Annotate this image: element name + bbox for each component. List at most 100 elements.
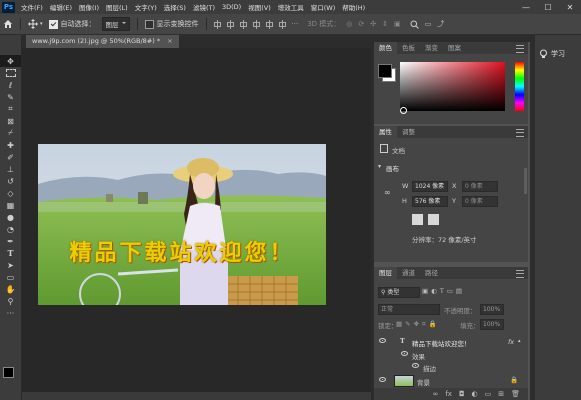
layer-row[interactable]: T 精品下载站欢迎您！ fx ▴ bbox=[374, 335, 528, 348]
align-top-icon[interactable] bbox=[252, 19, 261, 29]
menu-help[interactable]: 帮助(H) bbox=[342, 2, 365, 12]
move-tool-preset[interactable]: ▾ bbox=[28, 19, 43, 29]
tab-color[interactable]: 颜色 bbox=[374, 42, 397, 54]
3d-scale-icon[interactable]: ▣ bbox=[394, 20, 401, 28]
eye-icon[interactable] bbox=[412, 363, 419, 368]
eye-icon[interactable] bbox=[379, 338, 386, 343]
width-field[interactable]: 1024 像素 bbox=[412, 181, 448, 192]
layer-filter-icons[interactable]: ▣◐T▭▤ bbox=[422, 287, 465, 295]
tab-paths[interactable]: 路径 bbox=[420, 267, 443, 279]
align-left-icon[interactable] bbox=[213, 19, 222, 29]
new-group-icon[interactable]: ▭ bbox=[485, 390, 492, 398]
3d-orbit-icon[interactable]: ◎ bbox=[346, 20, 352, 28]
move-tool[interactable]: ✥ bbox=[0, 55, 21, 67]
layer-filter-dropdown[interactable]: ⚲ 类型 bbox=[378, 287, 420, 298]
show-transform-check[interactable] bbox=[144, 19, 154, 29]
chevron-down-icon[interactable]: ▴ bbox=[518, 338, 521, 344]
tab-swatches[interactable]: 色板 bbox=[397, 42, 420, 54]
layer-row[interactable]: 背景 🔒 bbox=[374, 373, 528, 387]
tab-channels[interactable]: 通道 bbox=[397, 267, 420, 279]
menu-layer[interactable]: 图层(L) bbox=[106, 2, 128, 12]
canvas-image[interactable]: 精品下载站欢迎您！ bbox=[38, 144, 326, 305]
foreground-color-swatch[interactable] bbox=[3, 367, 14, 378]
menu-type[interactable]: 文字(Y) bbox=[135, 2, 157, 12]
hand-tool[interactable]: ✋ bbox=[0, 283, 21, 295]
link-layers-icon[interactable]: ∞ bbox=[433, 390, 439, 398]
more-options-button[interactable]: ··· bbox=[292, 20, 299, 28]
close-button[interactable]: ✕ bbox=[559, 0, 581, 14]
3d-slide-icon[interactable]: ⇕ bbox=[382, 20, 388, 28]
pen-tool[interactable]: ✒ bbox=[0, 235, 21, 247]
delete-layer-icon[interactable]: 🗑 bbox=[511, 390, 520, 398]
crop-tool[interactable]: ⌗ bbox=[0, 103, 21, 115]
fx-icon[interactable]: fx bbox=[508, 338, 514, 346]
tab-properties[interactable]: 属性 bbox=[374, 126, 397, 138]
panel-menu-icon[interactable] bbox=[516, 45, 524, 53]
blend-mode-dropdown[interactable]: 正常 bbox=[378, 304, 440, 315]
learn-button[interactable]: 学习 bbox=[539, 49, 565, 59]
hue-slider[interactable] bbox=[515, 62, 524, 111]
marquee-tool[interactable] bbox=[0, 67, 21, 79]
eye-icon[interactable] bbox=[401, 351, 408, 356]
history-brush-tool[interactable]: ↺ bbox=[0, 175, 21, 187]
search-icon[interactable] bbox=[410, 20, 419, 29]
chevron-down-icon[interactable]: ▾ bbox=[378, 163, 381, 170]
landscape-orientation-icon[interactable] bbox=[428, 214, 439, 225]
auto-select-check[interactable] bbox=[48, 19, 58, 29]
rectangle-tool[interactable]: ▭ bbox=[0, 271, 21, 283]
panel-menu-icon[interactable] bbox=[516, 129, 524, 137]
add-mask-icon[interactable]: ◘ bbox=[459, 390, 465, 398]
opacity-field[interactable]: 100% bbox=[480, 304, 504, 315]
align-bottom-icon[interactable] bbox=[278, 19, 287, 29]
eraser-tool[interactable]: ◇ bbox=[0, 187, 21, 199]
menu-3d[interactable]: 3D(D) bbox=[222, 3, 241, 11]
blur-tool[interactable]: ● bbox=[0, 211, 21, 223]
scrollbar[interactable] bbox=[524, 168, 527, 194]
menu-file[interactable]: 文件(F) bbox=[21, 2, 43, 12]
3d-roll-icon[interactable]: ⟳ bbox=[358, 20, 364, 28]
menu-select[interactable]: 选择(S) bbox=[164, 2, 186, 12]
align-center-icon[interactable] bbox=[226, 19, 235, 29]
panel-menu-icon[interactable] bbox=[516, 270, 524, 278]
height-field[interactable]: 576 像素 bbox=[412, 196, 448, 207]
dodge-tool[interactable]: ◔ bbox=[0, 223, 21, 235]
frame-tool[interactable]: ⊠ bbox=[0, 115, 21, 127]
workspace-icon[interactable]: ▭ bbox=[425, 20, 432, 28]
tab-layers[interactable]: 图层 bbox=[374, 267, 397, 279]
lock-icons[interactable]: ▦✎✥⌗🔒 bbox=[396, 320, 440, 329]
fill-field[interactable]: 100% bbox=[480, 319, 504, 330]
quick-select-tool[interactable]: ✎ bbox=[0, 91, 21, 103]
tab-close-icon[interactable]: × bbox=[167, 37, 172, 45]
menu-filter[interactable]: 滤镜(T) bbox=[193, 2, 215, 12]
3d-pan-icon[interactable]: ✣ bbox=[370, 20, 376, 28]
tab-gradients[interactable]: 渐变 bbox=[420, 42, 443, 54]
color-field[interactable] bbox=[400, 62, 505, 111]
auto-select-checkbox[interactable]: 自动选择： bbox=[48, 19, 96, 29]
new-layer-icon[interactable]: ⊞ bbox=[498, 390, 504, 398]
stamp-tool[interactable]: ⊥ bbox=[0, 163, 21, 175]
menu-edit[interactable]: 编辑(E) bbox=[50, 2, 72, 12]
menu-window[interactable]: 窗口(W) bbox=[311, 2, 336, 12]
foreground-color-swatch[interactable] bbox=[378, 64, 392, 78]
menu-plugins[interactable]: 增效工具 bbox=[278, 2, 304, 12]
link-icon[interactable]: ∞ bbox=[384, 188, 391, 197]
tab-adjustments[interactable]: 调整 bbox=[397, 126, 420, 138]
y-field[interactable]: 0 像素 bbox=[462, 196, 498, 207]
menu-view[interactable]: 视图(V) bbox=[248, 2, 271, 12]
align-right-icon[interactable] bbox=[239, 19, 248, 29]
brush-tool[interactable]: ✐ bbox=[0, 151, 21, 163]
gradient-tool[interactable]: ▦ bbox=[0, 199, 21, 211]
minimize-button[interactable]: — bbox=[515, 0, 537, 14]
type-tool[interactable]: T bbox=[0, 247, 21, 259]
more-tools[interactable]: ··· bbox=[0, 307, 21, 319]
fx-menu-icon[interactable]: fx bbox=[445, 390, 452, 398]
color-picker-handle[interactable] bbox=[400, 107, 407, 114]
lasso-tool[interactable]: ℓ bbox=[0, 79, 21, 91]
eye-icon[interactable] bbox=[379, 377, 386, 382]
x-field[interactable]: 0 像素 bbox=[462, 181, 498, 192]
zoom-tool[interactable]: ⚲ bbox=[0, 295, 21, 307]
layer-effect-item-row[interactable]: 描边 bbox=[374, 360, 528, 373]
adjustment-layer-icon[interactable]: ◐ bbox=[472, 390, 478, 398]
eyedropper-tool[interactable]: ⌿ bbox=[0, 127, 21, 139]
tab-patterns[interactable]: 图案 bbox=[443, 42, 466, 54]
